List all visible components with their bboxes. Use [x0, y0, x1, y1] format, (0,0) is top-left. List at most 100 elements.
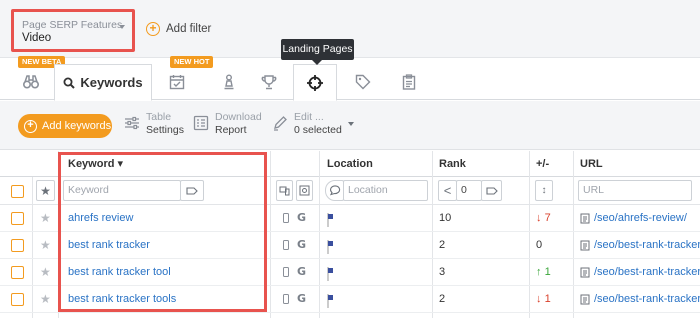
clipboard-icon [402, 74, 416, 90]
table-settings-line1: Table [146, 111, 172, 123]
row-checkbox[interactable] [11, 212, 24, 225]
change-sort-button[interactable]: ↕ [535, 180, 553, 201]
star-icon[interactable]: ★ [40, 265, 51, 279]
tag-icon [355, 74, 371, 90]
google-icon: G [297, 292, 307, 305]
us-flag-icon [327, 267, 329, 281]
url-link[interactable]: /seo/best-rank-tracker/ [580, 266, 700, 278]
us-flag-icon [327, 294, 329, 308]
caret-down-icon [347, 122, 354, 126]
page-icon [580, 267, 590, 277]
change-value: 1 [544, 266, 551, 278]
edit-selected-dropdown[interactable]: Edit ... 0 selected [272, 111, 354, 137]
rank-column-header[interactable]: Rank [439, 151, 466, 177]
rank-value: 3 [439, 266, 446, 278]
download-line2: Report [215, 124, 247, 136]
rank-change: ↓ 7 [536, 212, 551, 224]
calendar-check-icon [169, 75, 185, 90]
row-checkbox[interactable] [11, 293, 24, 306]
add-keywords-button[interactable]: + Add keywords [18, 114, 112, 138]
location-filter-input[interactable]: Location [343, 180, 428, 201]
trophy-icon [261, 75, 277, 90]
mobile-device-icon [283, 294, 289, 304]
rank-value: 2 [439, 239, 446, 251]
change-value: 0 [536, 239, 543, 251]
search-engine-icon [299, 185, 310, 196]
table-settings-line2: Settings [146, 124, 184, 136]
rank-tag-button[interactable] [481, 180, 502, 201]
url-filter-input[interactable]: URL [578, 180, 692, 201]
tab-binoculars[interactable]: NEW BETA [12, 56, 66, 100]
url-text: /seo/ahrefs-review/ [594, 212, 687, 224]
page-icon [580, 240, 590, 250]
arrow-down-icon: ↓ [536, 293, 542, 305]
tab-competitors[interactable] [210, 64, 248, 100]
mobile-device-icon [283, 267, 289, 277]
rank-operator-button[interactable]: < [438, 180, 457, 201]
google-icon: G [297, 265, 307, 278]
serp-features-value: Video [22, 32, 52, 44]
star-icon: ★ [40, 183, 51, 198]
row-checkbox[interactable] [11, 266, 24, 279]
url-column-header[interactable]: URL [580, 151, 603, 177]
url-text: /seo/best-rank-tracker/ [594, 239, 700, 251]
tab-trophy[interactable] [250, 64, 288, 100]
tab-landing-pages[interactable] [293, 64, 337, 101]
location-column-header[interactable]: Location [327, 151, 373, 177]
add-keywords-label: Add keywords [42, 120, 112, 132]
rank-filter-input[interactable]: 0 [456, 180, 482, 201]
rank-value: 10 [439, 212, 452, 224]
us-flag-icon [327, 213, 329, 227]
location-filter-button[interactable] [325, 180, 344, 201]
device-filter-button[interactable] [276, 180, 293, 201]
pencil-icon [274, 116, 287, 131]
add-filter-label: Add filter [166, 23, 212, 35]
google-icon: G [297, 238, 307, 251]
tab-calendar[interactable]: NEW HOT [158, 56, 214, 100]
tab-keywords-label: Keywords [80, 75, 143, 90]
star-icon[interactable]: ★ [40, 292, 51, 306]
tab-tags[interactable] [344, 64, 382, 100]
select-all-checkbox[interactable] [11, 185, 24, 198]
serp-features-dropdown[interactable]: Page SERP Features Video [11, 9, 135, 52]
tab-notes[interactable] [390, 64, 428, 100]
row-checkbox[interactable] [11, 239, 24, 252]
report-icon [193, 115, 209, 131]
change-value: 1 [544, 293, 551, 305]
arrow-down-icon: ↓ [536, 212, 542, 224]
table-settings-button[interactable]: Table Settings [124, 111, 184, 137]
keyword-column-highlight [58, 152, 267, 312]
serp-features-label: Page SERP Features [22, 19, 123, 31]
url-link[interactable]: /seo/best-rank-tracker/ [580, 293, 700, 305]
tab-strip: NEW BETA Keywords NEW HOT [0, 56, 700, 101]
download-line1: Download [215, 111, 262, 123]
download-report-button[interactable]: Download Report [193, 111, 262, 137]
speech-bubble-icon [329, 185, 340, 196]
devices-icon [279, 186, 290, 196]
mobile-device-icon [283, 240, 289, 250]
google-icon: G [297, 211, 307, 224]
new-hot-badge: NEW HOT [170, 56, 214, 68]
mobile-device-icon [283, 213, 289, 223]
tab-keywords[interactable]: Keywords [54, 64, 152, 101]
star-icon[interactable]: ★ [40, 238, 51, 252]
star-filter-button[interactable]: ★ [36, 180, 55, 201]
url-text: /seo/best-rank-tracker/ [594, 266, 700, 278]
rank-change: ↑ 1 [536, 266, 551, 278]
star-icon[interactable]: ★ [40, 211, 51, 225]
url-link[interactable]: /seo/ahrefs-review/ [580, 212, 687, 224]
engine-filter-button[interactable] [296, 180, 313, 201]
plus-circle-icon: + [24, 119, 37, 133]
add-filter-button[interactable]: + Add filter [146, 20, 211, 38]
tag-icon [485, 186, 498, 195]
plus-circle-icon: + [146, 22, 160, 36]
rank-change: ↓ 1 [536, 293, 551, 305]
rank-change: 0 [536, 239, 542, 251]
crosshair-icon [307, 74, 323, 91]
rank-value: 2 [439, 293, 446, 305]
url-link[interactable]: /seo/best-rank-tracker/ [580, 239, 700, 251]
edit-line2: 0 selected [294, 124, 342, 136]
sliders-icon [125, 116, 139, 130]
page-icon [580, 213, 590, 223]
change-column-header[interactable]: +/- [536, 151, 549, 177]
